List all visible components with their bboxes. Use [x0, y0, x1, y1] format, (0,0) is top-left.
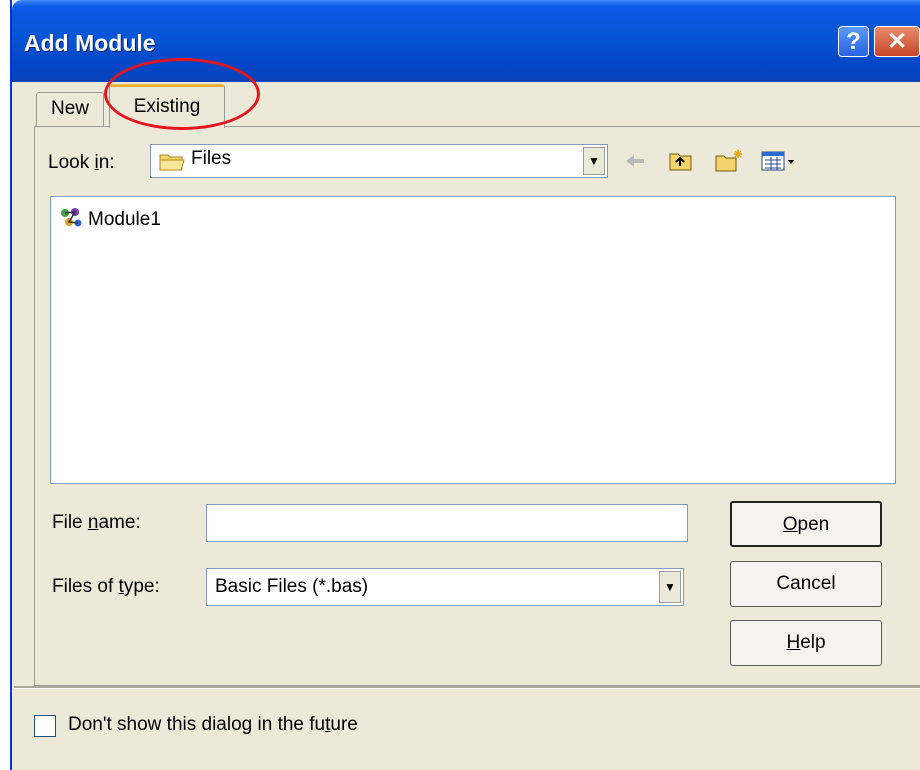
file-name-module1: Module1 — [88, 209, 161, 230]
add-module-dialog: Add Module ? ✕ New Existing Look in: Fil… — [10, 0, 920, 770]
window-title: Add Module — [24, 30, 156, 56]
title-help-button[interactable]: ? — [838, 26, 869, 57]
vb-module-icon — [57, 205, 85, 236]
view-menu-icon[interactable] — [760, 148, 796, 174]
dont-show-label[interactable]: Don't show this dialog in the future — [68, 714, 358, 736]
files-of-type-dropdown[interactable]: Basic Files (*.bas) ▼ — [206, 568, 684, 606]
open-button[interactable]: Open — [730, 501, 882, 547]
list-item-module1[interactable]: Module1 — [57, 205, 161, 235]
file-name-input[interactable] — [206, 504, 688, 542]
file-name-label: File name: — [52, 512, 141, 533]
files-of-type-value: Basic Files (*.bas) — [215, 576, 369, 597]
up-folder-icon[interactable] — [668, 148, 694, 174]
files-of-type-dropdown-arrow[interactable]: ▼ — [659, 571, 681, 603]
new-folder-icon[interactable] — [714, 148, 742, 174]
files-of-type-label: Files of type: — [52, 576, 160, 597]
highlight-circle — [104, 58, 260, 130]
look-in-label: Look in: — [48, 152, 115, 173]
back-arrow-icon[interactable] — [622, 148, 648, 174]
folder-icon — [159, 152, 185, 177]
look-in-value: Files — [191, 148, 232, 169]
look-in-dropdown-arrow[interactable]: ▼ — [583, 147, 605, 175]
cancel-button[interactable]: Cancel — [730, 561, 882, 607]
dont-show-checkbox[interactable] — [34, 715, 56, 737]
title-close-button[interactable]: ✕ — [874, 26, 920, 57]
divider — [14, 686, 920, 689]
file-list[interactable]: Module1 — [50, 196, 896, 484]
help-button[interactable]: Help — [730, 620, 882, 666]
look-in-dropdown[interactable]: Files ▼ — [150, 144, 608, 178]
tab-new[interactable]: New — [36, 92, 104, 126]
